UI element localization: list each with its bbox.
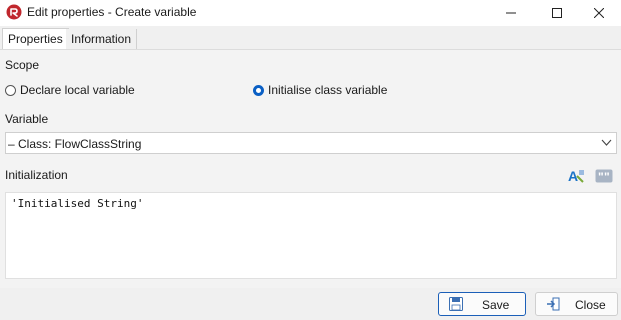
radio-unchecked-icon [5,84,16,96]
close-icon [594,8,604,18]
exit-icon [547,297,560,311]
variable-label: Variable [5,112,49,126]
scope-label: Scope [5,58,40,72]
svg-text:": " [598,170,604,184]
tab-bar: Properties Information [0,26,621,49]
maximize-button[interactable] [534,0,580,26]
save-icon [449,297,463,311]
properties-panel: Scope Declare local variable Initialise … [0,49,621,288]
minimize-icon [506,12,516,14]
close-button[interactable]: Close [535,292,618,316]
chevron-down-icon [601,139,612,146]
app-logo-icon [6,4,22,20]
minimize-button[interactable] [488,0,534,26]
tab-information[interactable]: Information [66,29,138,49]
maximize-icon [552,8,562,18]
close-window-button[interactable] [576,0,621,26]
title-bar: Edit properties - Create variable [0,0,621,26]
radio-initialise-class[interactable]: Initialise class variable [253,83,387,97]
save-button[interactable]: Save [438,292,526,316]
save-button-label: Save [482,298,510,312]
quote-icon[interactable]: " " [595,168,613,184]
radio-checked-icon [253,84,264,96]
text-style-icon[interactable]: A [567,168,585,184]
window-title: Edit properties - Create variable [27,5,197,19]
svg-text:": " [604,170,610,184]
radio-initialise-class-label: Initialise class variable [268,83,388,97]
radio-declare-local[interactable]: Declare local variable [5,83,135,97]
close-button-label: Close [575,298,606,312]
initialization-value: 'Initialised String' [11,197,144,210]
initialization-label: Initialization [5,168,68,182]
svg-text:A: A [568,168,578,184]
radio-declare-local-label: Declare local variable [20,83,135,97]
variable-select[interactable]: – Class: FlowClassString [5,132,617,154]
tab-properties[interactable]: Properties [2,28,69,49]
variable-select-value: – Class: FlowClassString [8,137,142,151]
initialization-editor[interactable]: 'Initialised String' [5,192,617,279]
